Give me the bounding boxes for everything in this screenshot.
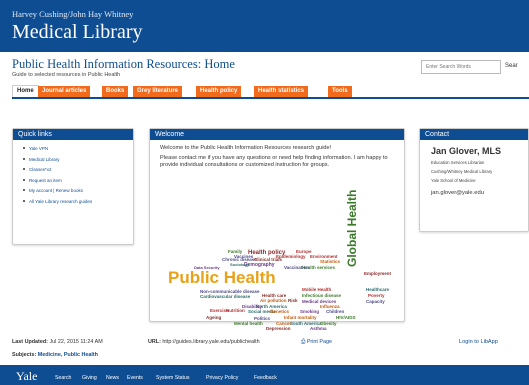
- page-description: Guide to selected resources in Public He…: [12, 72, 121, 78]
- yale-nav-system-status[interactable]: System Status: [156, 375, 189, 381]
- cloud-word: Family: [228, 249, 243, 254]
- banner-title[interactable]: Medical Library: [12, 21, 143, 44]
- cloud-word: Non-communicable disease: [200, 289, 260, 294]
- cloud-word: Data Security: [194, 265, 220, 270]
- print-label: Print Page: [306, 339, 332, 345]
- last-updated-value: Jul 22, 2015 11:24 AM: [49, 339, 103, 345]
- contact-box: Contact Jan Glover, MLS Education Servic…: [419, 128, 529, 232]
- search-input[interactable]: [421, 60, 501, 74]
- cloud-word: Statistics: [320, 259, 341, 264]
- tab-underline: [12, 97, 529, 99]
- subjects-row: Subjects: Medicine, Public Health: [12, 352, 98, 358]
- cloud-word: Ageing: [206, 315, 222, 320]
- cloud-word: Depression: [266, 326, 291, 331]
- cloud-word: Sociology: [230, 262, 250, 267]
- tab-journal-articles[interactable]: Journal articles: [38, 86, 91, 97]
- cloud-word: Asthma: [310, 326, 327, 331]
- welcome-box: Welcome Welcome to the Public Health Inf…: [149, 128, 405, 331]
- cloud-word: Risk: [288, 298, 298, 303]
- cloud-word: Health care: [262, 293, 287, 298]
- cloud-word: Mental health: [234, 321, 263, 326]
- quick-link-classes[interactable]: Classes*v2: [23, 167, 133, 172]
- quick-links-heading: Quick links: [13, 129, 133, 140]
- cloud-word: Healthcare: [366, 287, 390, 292]
- login-link[interactable]: Login to LibApp: [459, 339, 498, 345]
- guide-tabs: Home Journal articles Books Grey literat…: [12, 85, 529, 97]
- quick-link-medical-library[interactable]: Medical Library: [23, 157, 133, 162]
- tab-books[interactable]: Books: [102, 86, 129, 97]
- subjects-label: Subjects:: [12, 352, 37, 358]
- cloud-word: Vaccination: [284, 265, 310, 270]
- contact-library: Cushing/Whitney Medical Library: [431, 169, 493, 174]
- public-health-word-cloud: Public Health Global Health Health polic…: [150, 129, 406, 374]
- cloud-word: Employment: [364, 271, 392, 276]
- yale-nav-giving[interactable]: Giving: [82, 375, 97, 381]
- cloud-word: Environment: [310, 254, 338, 259]
- print-icon: ⎙: [301, 339, 306, 345]
- yale-nav-search[interactable]: Search: [55, 375, 71, 381]
- subjects-value[interactable]: Medicine, Public Health: [38, 352, 98, 358]
- cloud-word: Clinical trials: [254, 257, 283, 262]
- cloud-word: Genetics: [270, 309, 290, 314]
- contact-name: Jan Glover, MLS: [431, 146, 502, 156]
- cloud-word: Public Health: [168, 268, 276, 287]
- print-page-link[interactable]: ⎙ Print Page: [301, 339, 332, 346]
- contact-heading: Contact: [420, 129, 528, 140]
- cloud-word: Capacity: [366, 299, 385, 304]
- cloud-word: Children: [326, 309, 345, 314]
- tab-tools[interactable]: Tools: [328, 86, 352, 97]
- cloud-word: Disability: [242, 304, 263, 309]
- url-label: URL:: [148, 339, 161, 345]
- tab-grey-literature[interactable]: Grey literature: [133, 86, 183, 97]
- yale-nav-privacy-policy[interactable]: Privacy Policy: [206, 375, 238, 381]
- banner-subtitle: Harvey Cushing/John Hay Whitney: [12, 9, 134, 19]
- cloud-word: Air pollution: [260, 298, 287, 303]
- yale-logo[interactable]: Yale: [16, 369, 37, 384]
- cloud-word: Poverty: [368, 293, 385, 298]
- cloud-word: Smoking: [300, 309, 320, 314]
- quick-links-box: Quick links Yale VPN Medical Library Cla…: [12, 128, 134, 245]
- yale-footer-bar: Yale Search Giving News Events System St…: [0, 365, 529, 385]
- url-value[interactable]: http://guides.library.yale.edu/publichea…: [162, 339, 259, 345]
- yale-nav-news[interactable]: News: [106, 375, 119, 381]
- page-title: Public Health Information Resources: Hom…: [12, 57, 235, 71]
- yale-nav-feedback[interactable]: Feedback: [254, 375, 277, 381]
- cloud-word: Vaccines: [234, 254, 254, 259]
- library-banner: Harvey Cushing/John Hay Whitney Medical …: [0, 0, 529, 52]
- tab-health-policy[interactable]: Health policy: [196, 86, 242, 97]
- last-updated: Last Updated: Jul 22, 2015 11:24 AM: [12, 339, 103, 345]
- cloud-word: Exercise: [210, 308, 229, 313]
- quick-link-request-item[interactable]: Request an item: [23, 178, 133, 183]
- tab-home[interactable]: Home: [12, 85, 39, 97]
- quick-link-research-guides[interactable]: All Yale Library research guides: [23, 199, 133, 204]
- cloud-word: Global Health: [345, 189, 359, 267]
- last-updated-label: Last Updated:: [12, 339, 48, 345]
- cloud-word: Infectious disease: [302, 293, 342, 298]
- cloud-word: Infant mortality: [284, 315, 317, 320]
- search-button[interactable]: Sear: [505, 60, 518, 74]
- quick-link-my-account[interactable]: My account | Renew books: [23, 188, 133, 193]
- contact-email[interactable]: jan.glover@yale.edu: [420, 183, 528, 196]
- quick-links-list: Yale VPN Medical Library Classes*v2 Requ…: [13, 140, 133, 204]
- quick-link-yale-vpn[interactable]: Yale VPN: [23, 146, 133, 151]
- cloud-word: Mobile Health: [302, 287, 332, 292]
- cloud-word: Cardiovascular disease: [200, 294, 251, 299]
- yale-nav-events[interactable]: Events: [127, 375, 143, 381]
- cloud-word: HIV/AIDS: [336, 315, 356, 320]
- tab-health-statistics[interactable]: Health statistics: [254, 86, 309, 97]
- guide-url: URL: http://guides.library.yale.edu/publ…: [148, 339, 260, 345]
- contact-title: Education Services Librarian: [431, 160, 485, 165]
